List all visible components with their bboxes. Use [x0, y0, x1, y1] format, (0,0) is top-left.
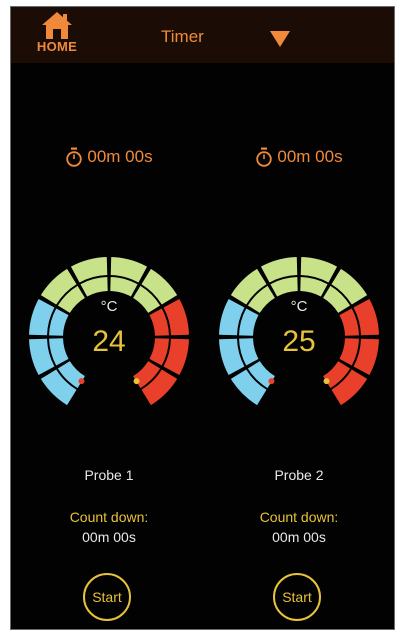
app-screen: HOME Timer 00m 00s °C 24 Probe 1 Count d…	[10, 6, 395, 630]
temperature-gauge: °C 25	[209, 247, 389, 427]
mode-dropdown-icon[interactable]	[269, 30, 291, 48]
probe-name: Probe 1	[84, 467, 134, 483]
stopwatch-icon	[256, 147, 273, 167]
temperature-gauge: °C 24	[19, 247, 199, 427]
gauge-end-marker	[78, 378, 85, 385]
probe-name: Probe 2	[274, 467, 324, 483]
temperature-unit: °C	[291, 298, 308, 315]
gauge-end-marker	[323, 378, 330, 385]
gauge-end-marker	[268, 378, 275, 385]
home-icon	[42, 12, 72, 39]
countdown-label: Count down:	[69, 509, 149, 525]
probe-timer: 00m 00s	[209, 147, 389, 177]
temperature-value: 24	[92, 325, 125, 358]
probe-panel-1: 00m 00s °C 24 Probe 1 Count down: 00m 00…	[19, 147, 199, 627]
stopwatch-icon	[66, 147, 83, 167]
probe-timer-text: 00m 00s	[87, 147, 153, 166]
home-label: HOME	[36, 39, 78, 54]
temperature-unit: °C	[101, 298, 118, 315]
probe-timer: 00m 00s	[19, 147, 199, 177]
mode-title: Timer	[161, 27, 204, 46]
countdown-label: Count down:	[259, 509, 339, 525]
probe-timer-text: 00m 00s	[277, 147, 343, 166]
countdown-value: 00m 00s	[272, 529, 326, 545]
start-button[interactable]: Start	[83, 573, 131, 621]
gauge-end-marker	[133, 378, 140, 385]
start-button[interactable]: Start	[273, 573, 321, 621]
probe-panel-2: 00m 00s °C 25 Probe 2 Count down: 00m 00…	[209, 147, 389, 627]
temperature-value: 25	[282, 325, 315, 358]
countdown-value: 00m 00s	[82, 529, 136, 545]
app-header: HOME Timer	[11, 7, 394, 63]
home-button[interactable]: HOME	[29, 10, 85, 62]
